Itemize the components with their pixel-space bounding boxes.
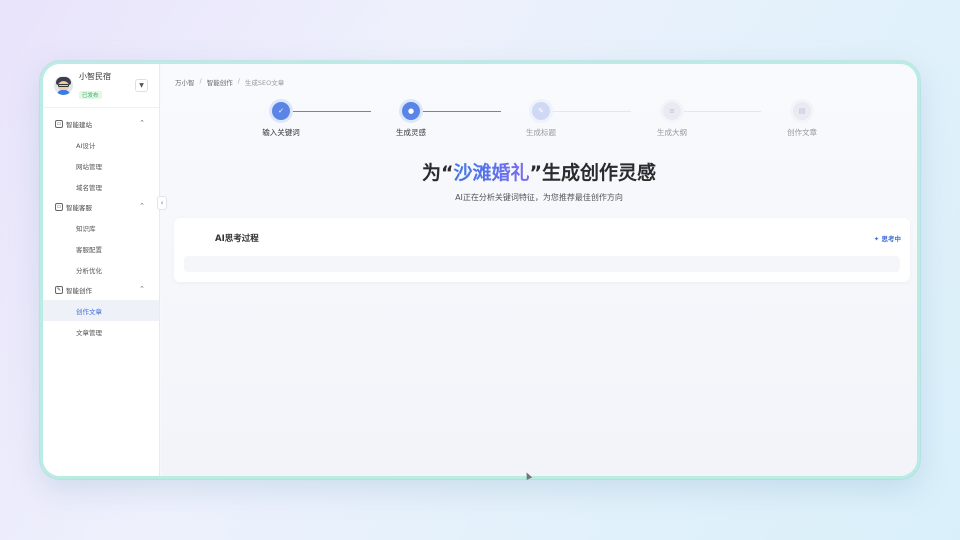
sidebar-item-site-manage[interactable]: 网站管理 xyxy=(43,155,159,176)
sidebar-item-create-article[interactable]: 创作文章 xyxy=(43,300,159,321)
breadcrumb-current: 生成SEO文章 xyxy=(244,79,285,87)
step-label: 输入关键词 xyxy=(262,128,300,137)
page-subtitle: AI正在分析关键词特征，为您推荐最佳创作方向 xyxy=(455,193,623,202)
sidebar-item-analytics[interactable]: 分析优化 xyxy=(43,259,159,280)
nav-group-site[interactable]: ▭ 智能建站 ⌃ xyxy=(43,114,159,134)
site-icon: ▭ xyxy=(55,120,63,128)
breadcrumb-item[interactable]: 万小智 xyxy=(175,77,195,87)
chevron-up-icon: ⌃ xyxy=(139,285,145,293)
list-icon: ≡ xyxy=(663,102,681,120)
step-keyword: ✓ 输入关键词 xyxy=(241,102,321,138)
chevron-down-icon[interactable]: ▼ xyxy=(135,79,148,92)
sidebar-item-knowledge[interactable]: 知识库 xyxy=(43,217,159,238)
breadcrumb-item[interactable]: 智能创作 xyxy=(207,77,233,87)
card-title: AI思考过程 xyxy=(215,234,259,244)
step-label: 创作文章 xyxy=(787,128,817,137)
step-article: ▤ 创作文章 xyxy=(762,102,842,138)
breadcrumb: 万小智 / 智能创作 / 生成SEO文章 xyxy=(175,77,285,87)
thinking-status: ✦ 思考中 xyxy=(873,235,901,243)
step-inspiration: ● 生成灵感 xyxy=(371,102,451,138)
nav-group-label: 智能建站 xyxy=(66,121,92,129)
avatar xyxy=(54,76,73,95)
step-title: ✎ 生成标题 xyxy=(501,102,581,138)
nav-group-label: 智能客服 xyxy=(66,204,92,212)
pencil-icon: ✎ xyxy=(532,102,550,120)
nav-group-service[interactable]: ▭ 智能客服 ⌃ xyxy=(43,197,159,217)
step-label: 生成大纲 xyxy=(657,128,687,137)
sparkle-icon: ✦ xyxy=(873,235,880,243)
edit-icon: ✎ xyxy=(55,286,63,294)
main-content: 万小智 / 智能创作 / 生成SEO文章 ✓ 输入关键词 ● 生成灵感 ✎ 生成… xyxy=(161,64,917,476)
nav-group-create[interactable]: ✎ 智能创作 ⌃ xyxy=(43,280,159,300)
document-icon: ▤ xyxy=(793,102,811,120)
check-icon: ✓ xyxy=(272,102,290,120)
thinking-content xyxy=(184,256,900,272)
user-panel: 小智民宿 已发布 ▼ xyxy=(43,64,159,108)
sidebar-item-article-manage[interactable]: 文章管理 xyxy=(43,321,159,342)
chevron-up-icon: ⌃ xyxy=(139,119,145,127)
sidebar-nav: ▭ 智能建站 ⌃ AI设计 网站管理 域名管理 ▭ 智能客服 ⌃ 知识库 客服配… xyxy=(43,108,159,342)
keyword-highlight: 沙滩婚礼 xyxy=(453,162,530,184)
chevron-up-icon: ⌃ xyxy=(139,202,145,210)
app-window: 小智民宿 已发布 ▼ ▭ 智能建站 ⌃ AI设计 网站管理 域名管理 ▭ 智能客… xyxy=(40,61,920,479)
sidebar-item-service-config[interactable]: 客服配置 xyxy=(43,238,159,259)
chat-icon: ▭ xyxy=(55,203,63,211)
sidebar-item-domain-manage[interactable]: 域名管理 xyxy=(43,176,159,197)
step-outline: ≡ 生成大纲 xyxy=(632,102,712,138)
nav-group-label: 智能创作 xyxy=(66,287,92,295)
user-name: 小智民宿 xyxy=(79,71,111,81)
thinking-card: AI思考过程 ✦ 思考中 xyxy=(174,218,910,282)
status-badge: 已发布 xyxy=(79,90,102,99)
bulb-icon: ● xyxy=(402,102,420,120)
sidebar-collapse-button[interactable]: ‹ xyxy=(157,196,167,210)
page-title: 为“沙滩婚礼”生成创作灵感 xyxy=(421,162,656,184)
step-label: 生成灵感 xyxy=(396,128,426,137)
progress-steps: ✓ 输入关键词 ● 生成灵感 ✎ 生成标题 ≡ 生成大纲 ▤ 创作文章 xyxy=(161,102,917,142)
step-label: 生成标题 xyxy=(526,128,556,137)
sidebar-item-ai-design[interactable]: AI设计 xyxy=(43,134,159,155)
sidebar: 小智民宿 已发布 ▼ ▭ 智能建站 ⌃ AI设计 网站管理 域名管理 ▭ 智能客… xyxy=(43,64,160,476)
